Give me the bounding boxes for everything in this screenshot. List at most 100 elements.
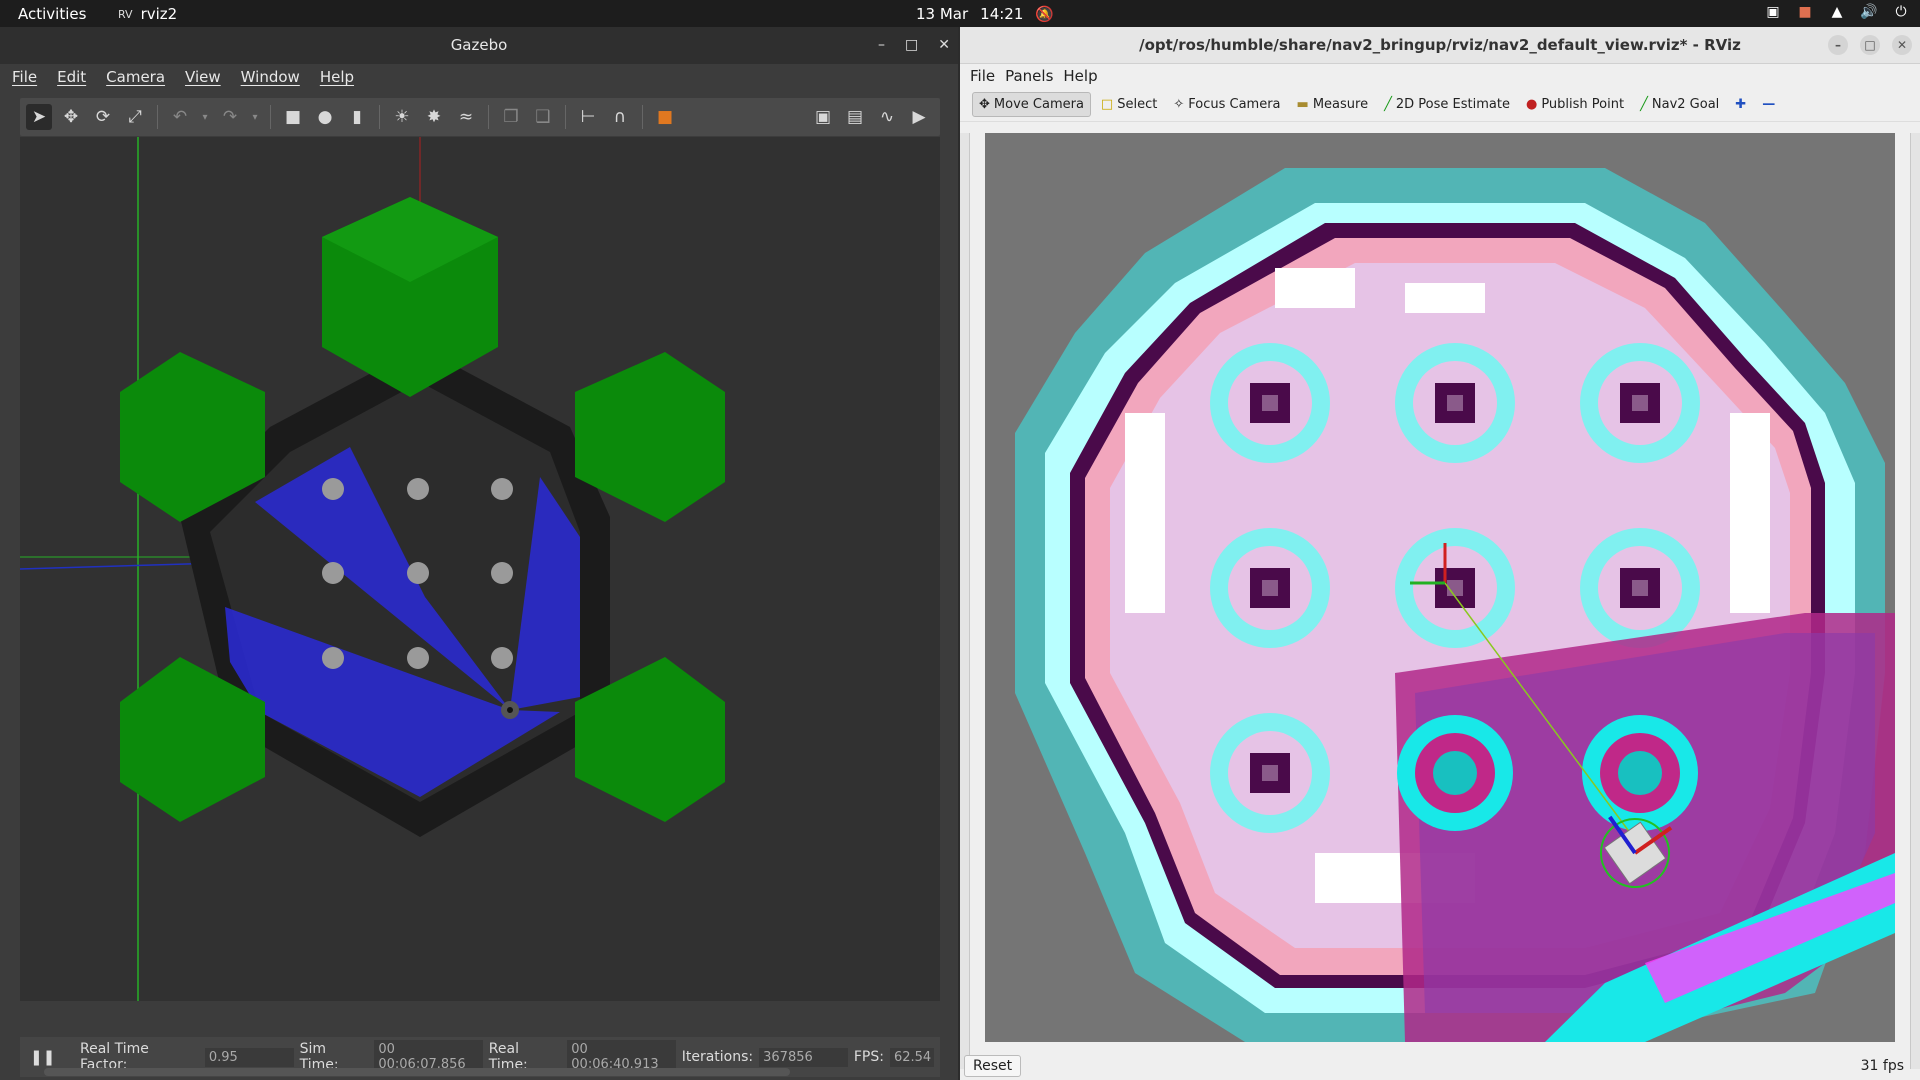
minimize-icon[interactable]: – [878,27,885,64]
add-tool-button[interactable]: ✚ [1729,93,1752,116]
focus-camera-label: Focus Camera [1188,97,1281,112]
minus-icon: — [1762,97,1776,112]
screenshot-camera-icon[interactable]: ▣ [810,104,836,130]
translate-icon[interactable]: ✥ [58,104,84,130]
gazebo-toolbar: ➤ ✥ ⟳ ⤢ ↶ ▾ ↷ ▾ ■ ● ▮ ☀ ✸ ≈ ❐ ❑ ⊢ ∩ ■ ▣ … [20,98,940,136]
menu-file[interactable]: File [12,68,37,86]
wifi-icon: ▲ [1831,4,1843,20]
pose-estimate-tool[interactable]: ╱ 2D Pose Estimate [1378,93,1516,116]
point-light-icon[interactable]: ☀ [389,104,415,130]
view-angle-icon[interactable]: ■ [652,104,678,130]
menu-help[interactable]: Help [320,68,354,86]
system-top-bar: Activities RV rviz2 13 Mar 14:21 🔕 ▣ ■ ▲… [0,0,1920,27]
fps-counter: 31 fps [1860,1058,1904,1074]
minimize-icon[interactable]: – [1828,35,1848,55]
app-indicator-icon: ■ [1798,4,1812,20]
plot-icon[interactable]: ∿ [874,104,900,130]
screen-record-icon: ▣ [1766,4,1780,20]
rviz-window: /opt/ros/humble/share/nav2_bringup/rviz/… [960,27,1920,1080]
select-tool[interactable]: □ Select [1095,93,1163,116]
directional-light-icon[interactable]: ≈ [453,104,479,130]
toolbar-separator [565,105,566,129]
redo-icon[interactable]: ↷ [217,104,243,130]
horizontal-scrollbar[interactable] [44,1068,790,1076]
left-dock-handle[interactable] [960,133,970,1069]
align-icon[interactable]: ⊢ [575,104,601,130]
right-dock-handle[interactable] [1910,133,1920,1069]
system-tray[interactable]: ▣ ■ ▲ 🔊 ⏻ [1764,4,1910,20]
ruler-icon: ▬ [1296,97,1309,112]
rtf-value: 0.95 [204,1047,294,1067]
map-pin-icon: ● [1525,97,1538,112]
close-icon[interactable]: ✕ [1892,35,1912,55]
scale-icon[interactable]: ⤢ [122,104,148,130]
focus-camera-tool[interactable]: ✧ Focus Camera [1167,93,1286,116]
fps-label: FPS: [853,1049,884,1065]
goal-arrow-icon: ╱ [1640,97,1648,112]
app-name: rviz2 [140,5,178,23]
menu-help[interactable]: Help [1063,67,1097,85]
rotate-icon[interactable]: ⟳ [90,104,116,130]
rviz-menubar: File Panels Help [960,64,1920,88]
nav2-goal-tool[interactable]: ╱ Nav2 Goal [1634,93,1725,116]
gazebo-menubar: File Edit Camera View Window Help [0,64,958,90]
activities-button[interactable]: Activities [18,5,86,23]
volume-icon: 🔊 [1860,4,1878,20]
cylinder-shape-icon[interactable]: ▮ [344,104,370,130]
app-menu[interactable]: RV rviz2 [118,5,177,23]
power-icon: ⏻ [1895,4,1907,20]
clock[interactable]: 13 Mar 14:21 🔕 [916,5,1054,23]
iterations-label: Iterations: [681,1049,754,1065]
gazebo-titlebar: Gazebo – □ ✕ [0,27,958,64]
select-label: Select [1117,97,1158,112]
sphere-shape-icon[interactable]: ● [312,104,338,130]
toolbar-separator [270,105,271,129]
time-label: 14:21 [980,5,1024,23]
box-shape-icon[interactable]: ■ [280,104,306,130]
menu-camera[interactable]: Camera [106,68,165,86]
rviz-titlebar: /opt/ros/humble/share/nav2_bringup/rviz/… [960,27,1920,64]
publish-point-tool[interactable]: ● Publish Point [1520,93,1630,116]
rviz-3d-view[interactable] [985,133,1895,1042]
gazebo-title: Gazebo [450,36,508,54]
toolbar-separator [488,105,489,129]
maximize-icon[interactable]: □ [905,27,918,64]
menu-view[interactable]: View [185,68,221,86]
rviz-statusbar: Reset 31 fps [960,1052,1920,1080]
menu-edit[interactable]: Edit [57,68,86,86]
reset-button[interactable]: Reset [964,1055,1022,1077]
publish-point-label: Publish Point [1541,97,1625,112]
close-icon[interactable]: ✕ [938,27,950,64]
toolbar-separator [157,105,158,129]
redo-dropdown-icon[interactable]: ▾ [249,104,261,130]
undo-dropdown-icon[interactable]: ▾ [199,104,211,130]
snap-magnet-icon[interactable]: ∩ [607,104,633,130]
menu-file[interactable]: File [970,67,995,85]
pause-icon[interactable]: ❚❚ [30,1048,55,1066]
select-arrow-icon[interactable]: ➤ [26,104,52,130]
spot-light-icon[interactable]: ✸ [421,104,447,130]
rviz-toolbar: ✥ Move Camera □ Select ✧ Focus Camera ▬ … [960,88,1920,122]
measure-label: Measure [1312,97,1369,112]
iterations-value: 367856 [759,1047,848,1067]
toolbar-separator [379,105,380,129]
nav2-goal-label: Nav2 Goal [1651,97,1720,112]
measure-tool[interactable]: ▬ Measure [1291,93,1375,116]
video-record-icon[interactable]: ▶ [906,104,932,130]
log-icon[interactable]: ▤ [842,104,868,130]
copy-icon[interactable]: ❐ [498,104,524,130]
move-camera-icon: ✥ [979,97,990,112]
gazebo-window: Gazebo – □ ✕ File Edit Camera View Windo… [0,27,958,1080]
move-camera-tool[interactable]: ✥ Move Camera [972,92,1091,117]
gazebo-3d-viewport[interactable] [20,137,940,1001]
paste-icon[interactable]: ❑ [530,104,556,130]
menu-panels[interactable]: Panels [1005,67,1053,85]
pose-estimate-label: 2D Pose Estimate [1395,97,1510,112]
date-label: 13 Mar [916,5,969,23]
menu-window[interactable]: Window [241,68,300,86]
move-camera-label: Move Camera [993,97,1084,112]
remove-tool-button[interactable]: — [1756,93,1781,116]
maximize-icon[interactable]: □ [1860,35,1880,55]
undo-icon[interactable]: ↶ [167,104,193,130]
gazebo-scene [20,137,725,1001]
